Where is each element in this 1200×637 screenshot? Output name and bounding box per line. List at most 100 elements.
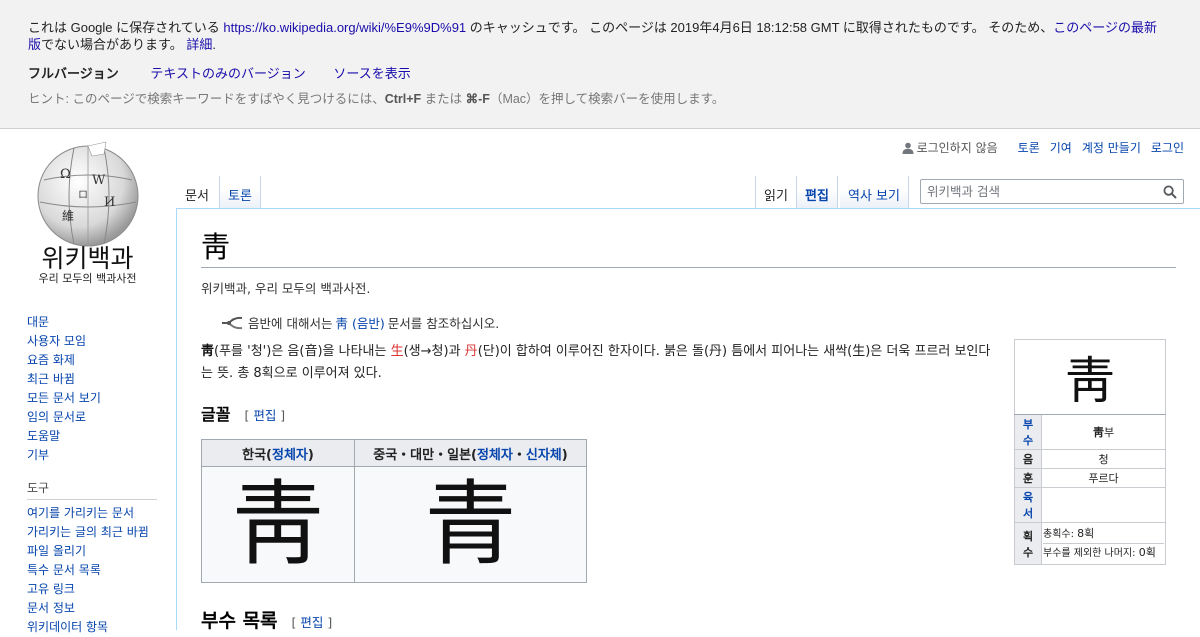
sidebar-tools: 여기를 가리키는 문서 가리키는 글의 최근 바뀜 파일 올리기 특수 문서 목… — [27, 504, 167, 637]
header-text: ) — [561, 447, 568, 463]
search-box — [920, 179, 1184, 204]
total-strokes-value: 8획 — [1077, 527, 1095, 540]
glyph-table-header-korea: 한국(정체자) — [201, 439, 355, 467]
hint-text: ヒント: このページで検索キーワードをすばやく見つけるには、 — [28, 92, 385, 106]
cache-version-links: フルバージョン テキストのみのバージョン ソースを表示 — [28, 63, 435, 82]
sidebar-item-what-links-here[interactable]: 여기를 가리키는 문서 — [27, 504, 167, 523]
total-strokes: 총획수: 8획 — [1043, 525, 1164, 544]
hint-key-ctrl-f: Ctrl+F — [384, 92, 422, 106]
sidebar-item-all-pages[interactable]: 모든 문서 보기 — [27, 389, 167, 408]
full-version-label: フルバージョン — [28, 66, 119, 81]
sidebar-item-related-changes[interactable]: 가리키는 글의 최근 바뀜 — [27, 523, 167, 542]
view-source-link[interactable]: ソースを表示 — [333, 66, 410, 81]
tab-article[interactable]: 문서 — [177, 176, 217, 209]
cache-notice-period: . — [212, 37, 216, 52]
search-hint: ヒント: このページで検索キーワードをすばやく見つけるには、Ctrl+F または… — [28, 88, 724, 107]
red-link-sheng[interactable]: 生 — [391, 344, 404, 359]
svg-text:Ω: Ω — [60, 167, 71, 182]
search-input[interactable] — [921, 180, 1151, 203]
hint-key-cmd-f: ⌘-F — [465, 92, 490, 106]
infobox-radical-label[interactable]: 부수 — [1014, 414, 1042, 450]
sidebar-item-special-pages[interactable]: 특수 문서 목록 — [27, 561, 167, 580]
infobox-glyph: 靑 — [1014, 339, 1166, 415]
wikipedia-globe-icon: Ω W И 維 ロ — [37, 141, 138, 247]
sidebar-item-upload-file[interactable]: 파일 올리기 — [27, 542, 167, 561]
hatnote-text: 문서를 참조하십시오. — [387, 316, 500, 331]
infobox-yuseo-value — [1041, 487, 1166, 523]
disambiguation-icon — [222, 316, 243, 329]
create-account-link[interactable]: 계정 만들기 — [1082, 139, 1141, 156]
sidebar-item-donate[interactable]: 기부 — [27, 446, 167, 465]
lead-paragraph: 靑(푸를 '청')은 음(音)을 나타내는 生(생→청)과 丹(단)이 합하여 … — [201, 341, 1001, 385]
lead-text: (생→청)과 — [403, 344, 465, 359]
section-heading-radicals: 부수 목록 [ 편집 ] — [201, 606, 332, 633]
tab-edit[interactable]: 편집 — [797, 176, 838, 209]
remaining-strokes-value: 0획 — [1138, 546, 1156, 559]
red-link-dan[interactable]: 丹 — [465, 344, 478, 359]
hint-text: （Mac）を押して検索バーを使用します。 — [489, 92, 725, 106]
infobox-strokes-value: 총획수: 8획 부수를 제외한 나머지: 0획 — [1041, 522, 1166, 565]
search-icon[interactable] — [1163, 185, 1177, 199]
contributions-link[interactable]: 기여 — [1050, 139, 1072, 156]
talk-link[interactable]: 토론 — [1018, 139, 1040, 156]
section-edit: [ 편집 ] — [244, 408, 286, 423]
infobox-meaning-value: 푸르다 — [1041, 468, 1166, 488]
section-edit-link[interactable]: 편집 — [300, 615, 323, 630]
infobox-meaning-label: 훈 — [1014, 468, 1042, 488]
hatnote-text: 음반에 대해서는 — [248, 316, 333, 331]
header-text: 한국( — [242, 447, 273, 463]
personal-tools: 로그인하지 않음 토론 기여 계정 만들기 로그인 — [902, 139, 1184, 156]
svg-text:И: И — [104, 195, 115, 210]
glyph-table-header-cjk: 중국・대만・일본(정체자・신자체) — [354, 439, 587, 467]
details-link[interactable]: 詳細 — [186, 37, 212, 52]
not-logged-in-label: 로그인하지 않음 — [916, 141, 998, 155]
tagline: 우리 모두의 백과사전 — [38, 272, 137, 285]
sidebar-item-help[interactable]: 도움말 — [27, 427, 167, 446]
section-edit-link[interactable]: 편집 — [253, 408, 276, 423]
glyph-table: 한국(정체자) 중국・대만・일본(정체자・신자체) 靑 青 — [201, 439, 587, 583]
cache-notice: これは Google に保存されている https://ko.wikipedia… — [28, 19, 1168, 53]
album-link[interactable]: 靑 (음반) — [335, 313, 384, 332]
sidebar-navigation: 대문 사용자 모임 요즘 화제 최근 바뀜 모든 문서 보기 임의 문서로 도움… — [27, 313, 167, 465]
sidebar-item-permanent-link[interactable]: 고유 링크 — [27, 580, 167, 599]
hint-text: または — [421, 92, 466, 106]
wordmark: 위키백과 — [41, 244, 134, 273]
remaining-strokes-label: 부수를 제외한 나머지 — [1043, 548, 1133, 559]
site-subtitle: 위키백과, 우리 모두의 백과사전. — [201, 281, 371, 296]
cache-notice-text: これは Google に保存されている — [28, 20, 224, 35]
sidebar-item-wikidata[interactable]: 위키데이터 항목 — [27, 618, 167, 637]
sidebar-item-main-page[interactable]: 대문 — [27, 313, 167, 332]
traditional-link[interactable]: 정체자 — [477, 448, 513, 463]
cached-url-link[interactable]: https://ko.wikipedia.org/wiki/%E9%9D%91 — [223, 20, 466, 35]
page-title: 靑 — [201, 228, 1176, 268]
glyph-korea: 靑 — [201, 466, 355, 583]
lead-text: (푸를 '청')은 음(音)을 나타내는 — [214, 344, 391, 359]
sidebar-item-random[interactable]: 임의 문서로 — [27, 408, 167, 427]
section-heading-glyph: 글꼴 [ 편집 ] — [201, 401, 285, 425]
sidebar-item-community[interactable]: 사용자 모임 — [27, 332, 167, 351]
sidebar: 대문 사용자 모임 요즘 화제 최근 바뀜 모든 문서 보기 임의 문서로 도움… — [27, 313, 167, 637]
wikipedia-logo[interactable]: Ω W И 維 ロ 위키백과 우리 모두의 백과사전 — [25, 140, 150, 285]
hatnote: 음반에 대해서는 靑 (음반) 문서를 참조하십시오. — [220, 313, 499, 332]
header-text: ) — [307, 447, 314, 463]
remaining-strokes: 부수를 제외한 나머지: 0획 — [1043, 546, 1156, 559]
infobox-radical-value: 靑부 — [1041, 414, 1166, 450]
text-only-version-link[interactable]: テキストのみのバージョン — [150, 66, 305, 81]
tab-read[interactable]: 읽기 — [755, 176, 797, 209]
google-cache-banner: これは Google に保存されている https://ko.wikipedia… — [0, 0, 1200, 129]
hanja-infobox: 靑 부수 靑부 음 청 훈 푸르다 육서 획수 총획수: 8획 부수를 제외한 … — [1014, 339, 1166, 565]
tab-history[interactable]: 역사 보기 — [840, 176, 909, 209]
infobox-yuseo-label[interactable]: 육서 — [1014, 487, 1042, 523]
cache-notice-text: でない場合があります。 — [41, 37, 183, 52]
infobox-reading-label: 음 — [1014, 449, 1042, 469]
cache-notice-text: のキャッシュです。 このページは 2019年4月6日 18:12:58 GMT … — [466, 20, 1054, 35]
infobox-reading-value: 청 — [1041, 449, 1166, 469]
shinjitai-link[interactable]: 신자체 — [526, 448, 562, 463]
svg-text:W: W — [92, 173, 106, 188]
login-link[interactable]: 로그인 — [1151, 139, 1184, 156]
sidebar-item-current-events[interactable]: 요즘 화제 — [27, 351, 167, 370]
sidebar-item-recent-changes[interactable]: 최근 바뀜 — [27, 370, 167, 389]
traditional-link[interactable]: 정체자 — [272, 448, 308, 463]
tab-talk[interactable]: 토론 — [219, 176, 261, 209]
sidebar-item-page-info[interactable]: 문서 정보 — [27, 599, 167, 618]
